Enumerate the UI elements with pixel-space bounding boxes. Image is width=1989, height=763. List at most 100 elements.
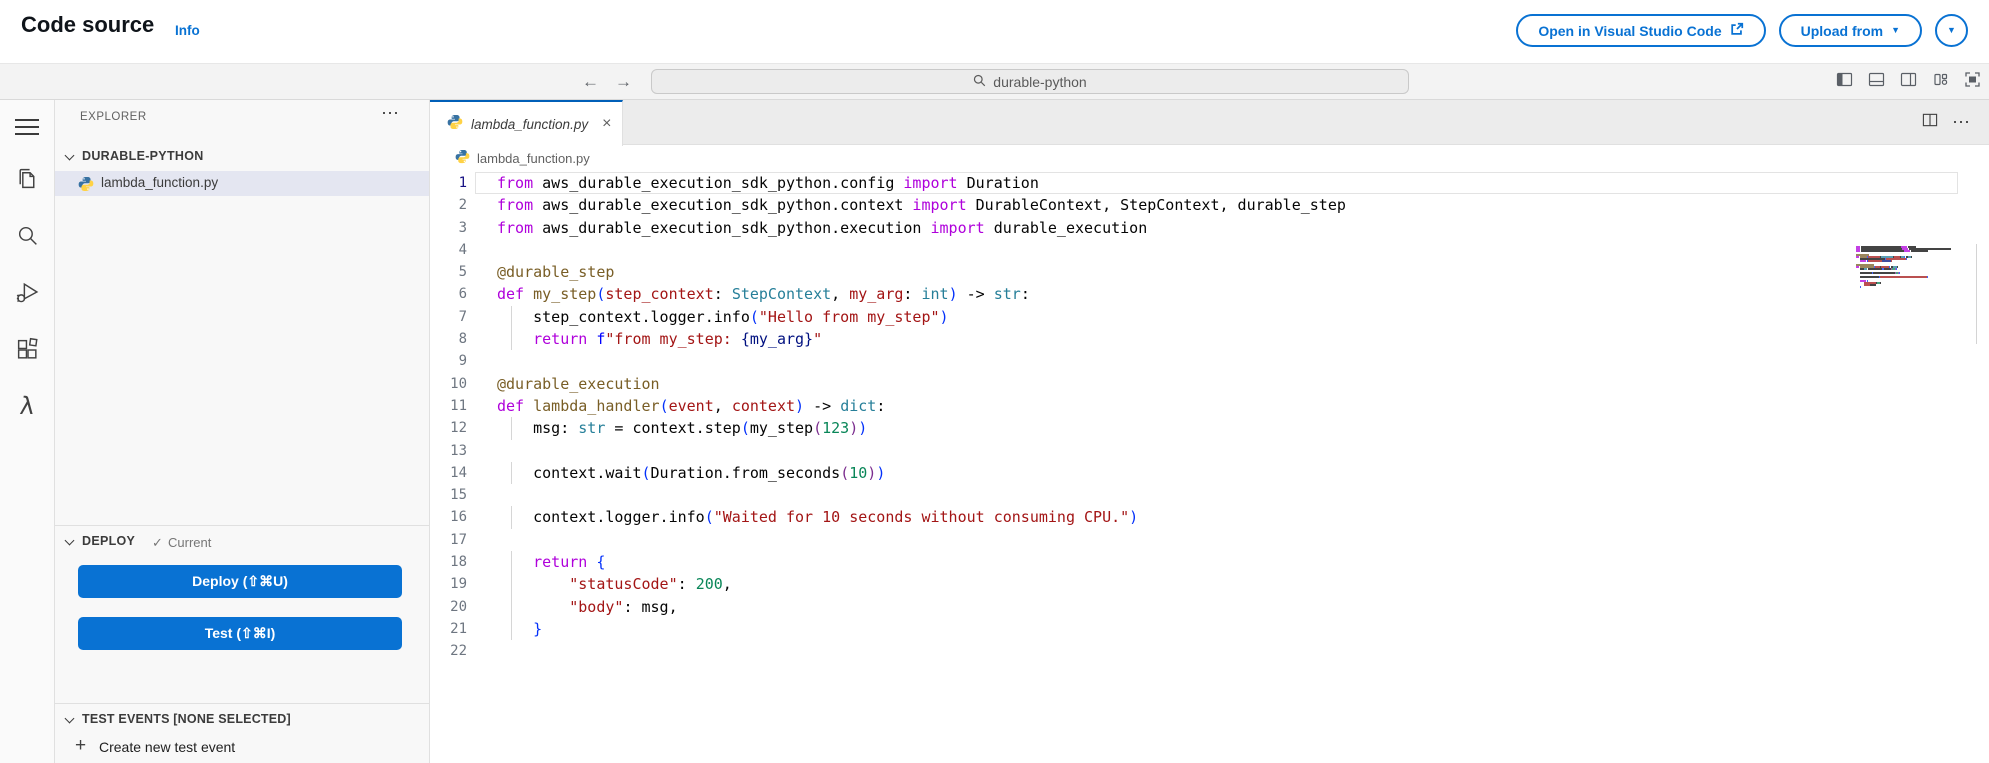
line-number: 6 — [458, 286, 467, 303]
upload-from-button[interactable]: Upload from ▼ — [1778, 14, 1922, 47]
folder-row-durable-python[interactable]: DURABLE-PYTHON — [55, 145, 429, 169]
forward-arrow-icon[interactable]: → — [615, 72, 632, 92]
code-line-16[interactable]: 16 context.logger.info("Waited for 10 se… — [430, 506, 1989, 530]
deploy-button[interactable]: Deploy (⇧⌘U) — [78, 565, 402, 598]
more-actions-button[interactable]: ▼ — [1935, 14, 1968, 47]
editor-group: lambda_function.py × ⋯ lambda_function.p… — [430, 100, 1989, 763]
code-line-21[interactable]: 21 } — [430, 617, 1989, 641]
line-number: 21 — [450, 620, 467, 637]
line-number: 12 — [450, 420, 467, 437]
tab-bar: lambda_function.py × ⋯ — [430, 100, 1989, 146]
code-line-18[interactable]: 18 return { — [430, 551, 1989, 574]
line-number: 18 — [450, 554, 467, 571]
split-editor-icon[interactable] — [1922, 112, 1938, 133]
folder-name: DURABLE-PYTHON — [82, 149, 204, 163]
line-number: 4 — [458, 241, 467, 258]
close-icon[interactable]: × — [602, 115, 611, 133]
toggle-sidebar-icon[interactable] — [1836, 71, 1853, 93]
code-line-2[interactable]: 2 from aws_durable_execution_sdk_python.c… — [430, 194, 1989, 216]
deploy-section-header[interactable]: DEPLOY ✓ Current — [55, 530, 429, 554]
more-actions-icon[interactable]: ⋯ — [1952, 112, 1970, 133]
line-number: 10 — [450, 375, 467, 392]
chevron-down-icon: ▼ — [1891, 25, 1900, 35]
explorer-sidebar: EXPLORER ⋯ DURABLE-PYTHON lambda_functio… — [55, 100, 430, 763]
line-number: 5 — [458, 264, 467, 281]
code-line-11[interactable]: 11 def lambda_handler(event, context) -> … — [430, 395, 1989, 417]
divider — [55, 703, 429, 704]
chevron-down-icon — [64, 713, 75, 724]
line-number: 11 — [450, 397, 467, 414]
code-text: from aws_durable_execution_sdk_python.ex… — [497, 218, 1148, 237]
code-line-22[interactable]: 22 — [430, 640, 1989, 662]
explorer-icon[interactable] — [0, 164, 54, 192]
create-test-event-button[interactable]: + Create new test event — [55, 734, 429, 760]
tab-label: lambda_function.py — [471, 116, 589, 132]
open-in-vscode-button[interactable]: Open in Visual Studio Code — [1516, 14, 1766, 47]
aws-lambda-icon[interactable]: λ — [0, 392, 54, 420]
code-text: context.logger.info("Waited for 10 secon… — [497, 506, 1138, 530]
customize-layout-icon[interactable] — [1932, 71, 1949, 93]
code-text: "statusCode": 200, — [497, 573, 732, 596]
code-line-10[interactable]: 10 @durable_execution — [430, 373, 1989, 395]
line-number: 16 — [450, 509, 467, 526]
code-line-6[interactable]: 6 def my_step(step_context: StepContext, … — [430, 283, 1989, 305]
tab-lambda-function[interactable]: lambda_function.py × — [430, 100, 623, 146]
code-line-9[interactable]: 9 — [430, 350, 1989, 372]
extensions-icon[interactable] — [0, 335, 54, 363]
line-number: 19 — [450, 576, 467, 593]
search-value: durable-python — [993, 73, 1087, 90]
code-line-4[interactable]: 4 — [430, 239, 1989, 261]
python-file-icon — [455, 149, 470, 169]
test-events-section-header[interactable]: TEST EVENTS [NONE SELECTED] — [55, 708, 429, 732]
file-row-lambda-function[interactable]: lambda_function.py — [55, 171, 429, 196]
toggle-secondary-sidebar-icon[interactable] — [1900, 71, 1917, 93]
tab-actions: ⋯ — [1922, 100, 1970, 145]
menu-icon[interactable] — [15, 119, 39, 135]
explorer-more-icon[interactable]: ⋯ — [381, 103, 399, 124]
toggle-panel-icon[interactable] — [1868, 71, 1885, 93]
code-line-17[interactable]: 17 — [430, 529, 1989, 551]
line-number: 9 — [458, 353, 467, 370]
code-line-19[interactable]: 19 "statusCode": 200, — [430, 573, 1989, 596]
code-editor[interactable]: 1 from aws_durable_execution_sdk_python.c… — [430, 172, 1989, 763]
minimap[interactable] — [1856, 246, 1956, 290]
code-line-7[interactable]: 7 step_context.logger.info("Hello from m… — [430, 305, 1989, 329]
scrollbar[interactable] — [1976, 244, 1977, 344]
line-number: 2 — [458, 197, 467, 214]
info-link[interactable]: Info — [175, 23, 200, 38]
fullscreen-icon[interactable] — [1964, 71, 1981, 93]
code-line-1[interactable]: 1 from aws_durable_execution_sdk_python.c… — [430, 172, 1989, 195]
code-text: } — [497, 617, 542, 641]
code-line-13[interactable]: 13 — [430, 440, 1989, 462]
code-text: from aws_durable_execution_sdk_python.co… — [497, 196, 1346, 215]
python-file-icon — [78, 176, 94, 197]
test-button[interactable]: Test (⇧⌘I) — [78, 617, 402, 650]
line-number: 15 — [450, 487, 467, 504]
code-text: "body": msg, — [497, 595, 678, 619]
back-arrow-icon[interactable]: ← — [582, 72, 599, 92]
external-link-icon — [1730, 22, 1744, 39]
code-line-12[interactable]: 12 msg: str = context.step(my_step(123)) — [430, 417, 1989, 440]
lambda-code-editor-app: Code source Info Open in Visual Studio C… — [0, 0, 1989, 763]
code-line-5[interactable]: 5 @durable_step — [430, 261, 1989, 283]
history-nav: ← → — [582, 64, 632, 99]
code-text: def lambda_handler(event, context) -> di… — [497, 396, 886, 415]
line-number: 13 — [450, 442, 467, 459]
code-line-8[interactable]: 8 return f"from my_step: {my_arg}" — [430, 328, 1989, 351]
chevron-down-icon: ▼ — [1947, 25, 1956, 35]
search-icon[interactable] — [0, 221, 54, 249]
run-and-debug-icon[interactable] — [0, 278, 54, 306]
page-header: Code source Info Open in Visual Studio C… — [0, 0, 1989, 63]
code-text: def my_step(step_context: StepContext, m… — [497, 285, 1030, 304]
line-number: 1 — [458, 175, 467, 191]
command-center-search[interactable]: durable-python — [651, 69, 1409, 94]
code-line-20[interactable]: 20 "body": msg, — [430, 595, 1989, 619]
breadcrumb-file[interactable]: lambda_function.py — [477, 151, 590, 166]
code-line-3[interactable]: 3 from aws_durable_execution_sdk_python.e… — [430, 217, 1989, 239]
line-number: 8 — [458, 331, 467, 348]
code-text: from aws_durable_execution_sdk_python.co… — [497, 174, 1039, 192]
code-line-15[interactable]: 15 — [430, 484, 1989, 506]
explorer-header: EXPLORER ⋯ — [55, 100, 429, 136]
create-test-event-label: Create new test event — [99, 739, 236, 755]
code-line-14[interactable]: 14 context.wait(Duration.from_seconds(10… — [430, 461, 1989, 485]
